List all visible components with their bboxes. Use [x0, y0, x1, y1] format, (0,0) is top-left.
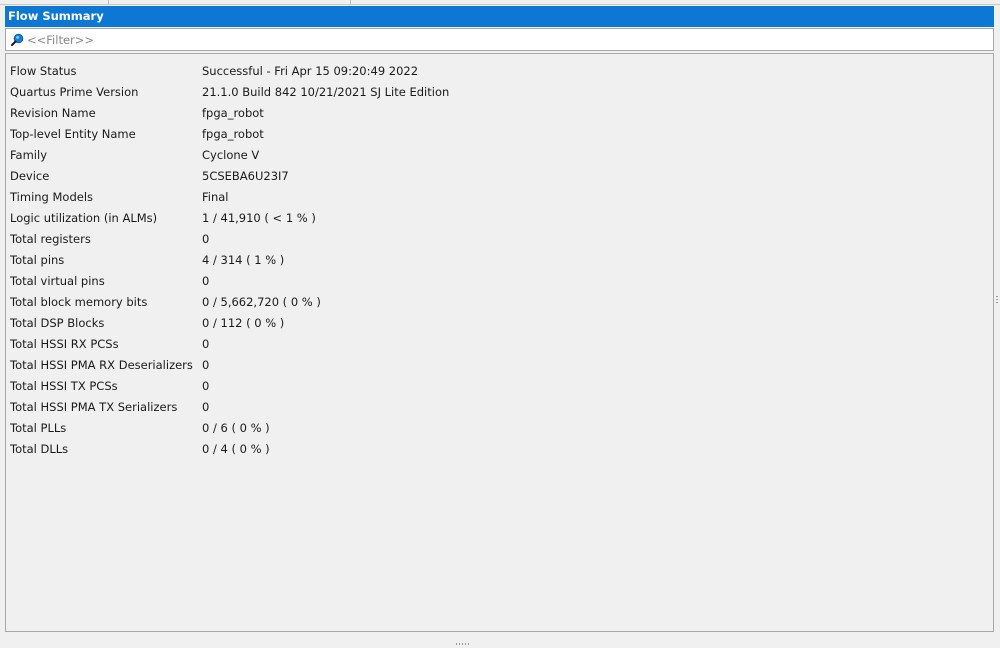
summary-row[interactable]: Timing Models Final	[6, 187, 993, 208]
summary-row-value: 0	[202, 400, 210, 414]
summary-table: Flow Status Successful - Fri Apr 15 09:20…	[5, 53, 994, 632]
summary-row[interactable]: Device 5CSEBA6U23I7	[6, 166, 993, 187]
summary-row-value: 21.1.0 Build 842 10/21/2021 SJ Lite Edit…	[202, 85, 450, 99]
bottom-resize-handle[interactable]	[456, 634, 472, 645]
summary-row-value: 0	[202, 274, 210, 288]
summary-row[interactable]: Quartus Prime Version 21.1.0 Build 842 10…	[6, 82, 993, 103]
summary-row-label: Total virtual pins	[10, 274, 105, 288]
summary-row-label: Total block memory bits	[10, 295, 148, 309]
summary-row-value: 0	[202, 337, 210, 351]
summary-row-value: Final	[202, 190, 229, 204]
summary-row[interactable]: Revision Name fpga_robot	[6, 103, 993, 124]
summary-row-value: 0	[202, 358, 210, 372]
summary-row-label: Total registers	[10, 232, 91, 246]
summary-row-label: Revision Name	[10, 106, 96, 120]
summary-row-label: Quartus Prime Version	[10, 85, 139, 99]
summary-row-value: 0 / 6 ( 0 % )	[202, 421, 270, 435]
summary-row-value: 0 / 5,662,720 ( 0 % )	[202, 295, 321, 309]
summary-row-value: fpga_robot	[202, 106, 264, 120]
summary-row[interactable]: Total HSSI RX PCSs 0	[6, 334, 993, 355]
filter-bar[interactable]	[5, 28, 994, 51]
summary-row-label: Family	[10, 148, 48, 162]
flow-summary-panel: Flow Summary Flow Status Successful - Fri…	[5, 6, 994, 632]
summary-row-label: Total HSSI RX PCSs	[10, 337, 119, 351]
summary-row-value: Successful - Fri Apr 15 09:20:49 2022	[202, 64, 419, 78]
summary-row-label: Device	[10, 169, 50, 183]
summary-row[interactable]: Flow Status Successful - Fri Apr 15 09:20…	[6, 61, 993, 82]
summary-row[interactable]: Total HSSI PMA RX Deserializers 0	[6, 355, 993, 376]
tab-strip	[0, 0, 1000, 5]
summary-row-value: 4 / 314 ( 1 % )	[202, 253, 285, 267]
summary-row[interactable]: Total virtual pins 0	[6, 271, 993, 292]
summary-row-label: Total HSSI PMA RX Deserializers	[10, 358, 193, 372]
summary-row[interactable]: Family Cyclone V	[6, 145, 993, 166]
summary-row[interactable]: Top-level Entity Name fpga_robot	[6, 124, 993, 145]
summary-row[interactable]: Total PLLs 0 / 6 ( 0 % )	[6, 418, 993, 439]
summary-row[interactable]: Total block memory bits 0 / 5,662,720 ( 0…	[6, 292, 993, 313]
summary-row-value: 0	[202, 232, 210, 246]
summary-row-label: Total PLLs	[10, 421, 67, 435]
summary-row-value: fpga_robot	[202, 127, 264, 141]
filter-input[interactable]	[27, 31, 977, 48]
summary-row-label: Logic utilization (in ALMs)	[10, 211, 158, 225]
panel-title: Flow Summary	[5, 6, 994, 27]
summary-row[interactable]: Total HSSI PMA TX Serializers 0	[6, 397, 993, 418]
summary-row-label: Timing Models	[10, 190, 94, 204]
tab-strip-border	[0, 4, 1000, 5]
summary-row-label: Total DSP Blocks	[10, 316, 105, 330]
summary-row[interactable]: Total DSP Blocks 0 / 112 ( 0 % )	[6, 313, 993, 334]
summary-row-value: 0	[202, 379, 210, 393]
summary-row[interactable]: Total DLLs 0 / 4 ( 0 % )	[6, 439, 993, 460]
summary-row-label: Total HSSI PMA TX Serializers	[10, 400, 178, 414]
panel-resize-handle[interactable]	[996, 296, 998, 308]
summary-row-value: Cyclone V	[202, 148, 260, 162]
summary-row-value: 1 / 41,910 ( < 1 % )	[202, 211, 316, 225]
summary-row-label: Total DLLs	[10, 442, 69, 456]
summary-row-value: 0 / 112 ( 0 % )	[202, 316, 285, 330]
summary-row[interactable]: Total registers 0	[6, 229, 993, 250]
summary-row-label: Flow Status	[10, 64, 77, 78]
summary-row-label: Total pins	[10, 253, 65, 267]
summary-row-value: 0 / 4 ( 0 % )	[202, 442, 270, 456]
summary-row-label: Top-level Entity Name	[10, 127, 136, 141]
summary-row-value: 5CSEBA6U23I7	[202, 169, 289, 183]
summary-row[interactable]: Logic utilization (in ALMs) 1 / 41,910 ( …	[6, 208, 993, 229]
summary-row[interactable]: Total pins 4 / 314 ( 1 % )	[6, 250, 993, 271]
summary-row[interactable]: Total HSSI TX PCSs 0	[6, 376, 993, 397]
search-icon	[11, 33, 24, 46]
summary-row-label: Total HSSI TX PCSs	[10, 379, 118, 393]
